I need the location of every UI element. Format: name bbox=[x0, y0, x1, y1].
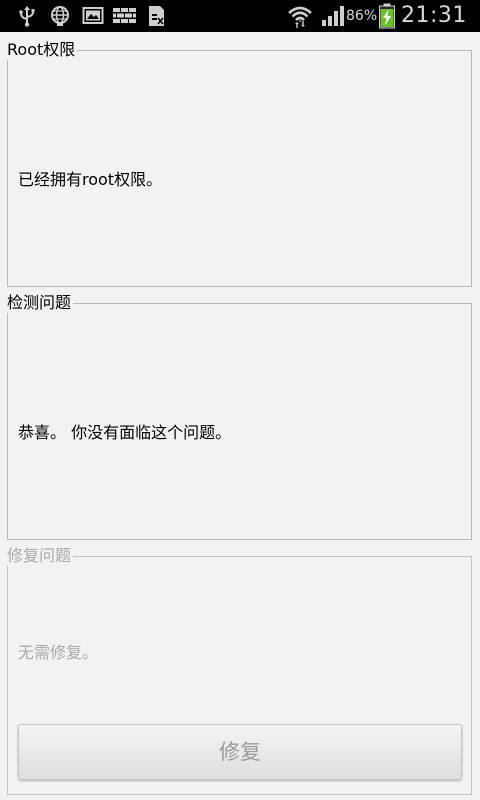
screenshot-icon bbox=[82, 7, 104, 24]
wifi-icon bbox=[288, 6, 312, 28]
detect-problem-legend: 检测问题 bbox=[6, 293, 74, 313]
detect-problem-group: 检测问题 恭喜。 你没有面临这个问题。 bbox=[6, 293, 472, 540]
battery-percentage: 86% bbox=[346, 8, 378, 24]
detect-problem-message: 恭喜。 你没有面临这个问题。 bbox=[18, 423, 232, 442]
battery-charging-icon bbox=[379, 3, 395, 29]
fix-problem-message: 无需修复。 bbox=[18, 643, 99, 662]
root-permission-group: Root权限 已经拥有root权限。 bbox=[6, 40, 472, 287]
sd-card-icon bbox=[149, 6, 164, 26]
keyboard-icon bbox=[113, 8, 136, 23]
globe-icon bbox=[51, 6, 69, 26]
signal-icon bbox=[322, 6, 344, 26]
status-bar: 86% 21:31 bbox=[0, 0, 480, 32]
fix-button[interactable]: 修复 bbox=[18, 724, 462, 780]
usb-icon bbox=[19, 6, 35, 27]
root-permission-message: 已经拥有root权限。 bbox=[18, 170, 163, 189]
status-clock: 21:31 bbox=[401, 3, 467, 28]
root-permission-legend: Root权限 bbox=[6, 40, 78, 60]
fix-problem-legend: 修复问题 bbox=[6, 546, 74, 566]
